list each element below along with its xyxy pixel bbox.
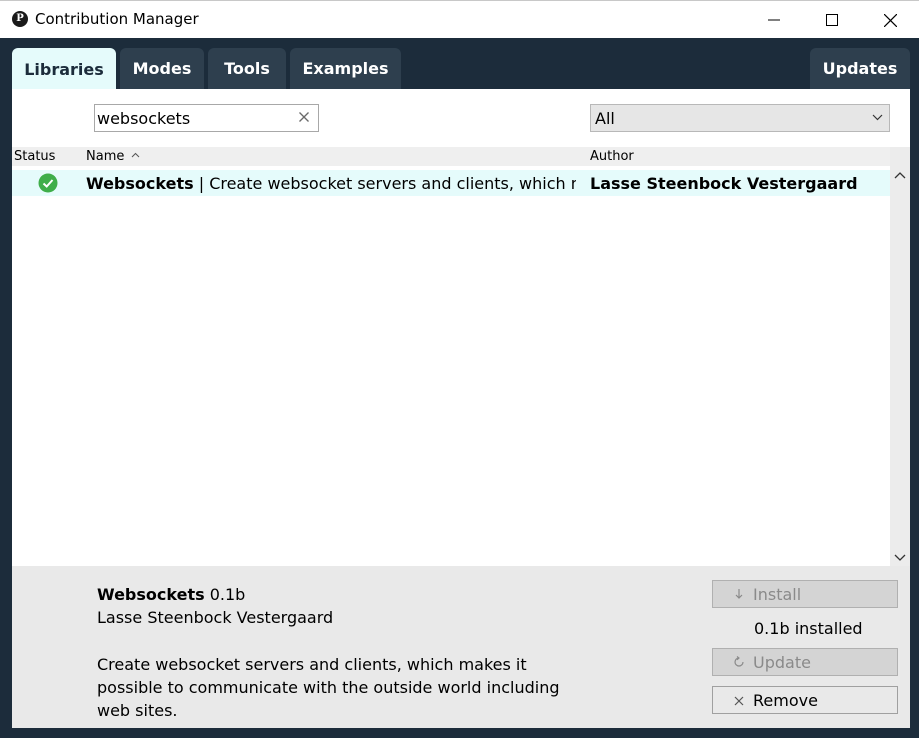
remove-button[interactable]: Remove	[712, 686, 898, 714]
tab-updates[interactable]: Updates	[810, 48, 910, 89]
tab-tools[interactable]: Tools	[208, 48, 286, 89]
scroll-up-icon[interactable]	[894, 171, 906, 179]
clear-search-icon[interactable]	[298, 111, 310, 123]
search-input[interactable]	[97, 107, 287, 129]
table-header: Status Name Author	[12, 147, 890, 166]
chevron-down-icon	[872, 114, 883, 121]
detail-library-name: Websockets	[97, 585, 205, 604]
download-arrow-icon	[733, 585, 745, 604]
scroll-down-icon[interactable]	[894, 554, 906, 562]
maximize-button[interactable]	[803, 1, 861, 39]
header-name[interactable]: Name	[86, 149, 124, 164]
tab-libraries[interactable]: Libraries	[12, 48, 116, 90]
category-dropdown[interactable]: All	[590, 104, 890, 132]
install-button[interactable]: Install	[712, 580, 898, 608]
update-button[interactable]: Update	[712, 648, 898, 676]
tab-modes[interactable]: Modes	[120, 48, 204, 89]
vertical-scrollbar[interactable]	[890, 147, 910, 566]
category-selected-value: All	[595, 109, 615, 128]
remove-label: Remove	[753, 690, 818, 710]
detail-version: 0.1b	[209, 585, 246, 604]
remove-x-icon	[733, 691, 745, 710]
title-bar: P Contribution Manager	[0, 0, 919, 38]
close-icon	[883, 13, 897, 27]
detail-description: Create websocket servers and clients, wh…	[97, 655, 560, 720]
search-field[interactable]	[94, 104, 319, 132]
update-label: Update	[753, 652, 811, 672]
row-separator: |	[193, 174, 210, 193]
details-panel: Websockets 0.1b Lasse Steenbock Vesterga…	[12, 566, 910, 728]
install-label: Install	[753, 584, 802, 604]
row-name-cell: Websockets | Create websocket servers an…	[86, 174, 576, 193]
row-author-cell: Lasse Steenbock Vestergaard	[590, 174, 858, 193]
processing-app-icon: P	[12, 11, 28, 27]
tab-examples[interactable]: Examples	[290, 48, 401, 89]
header-status[interactable]: Status	[14, 149, 55, 164]
minimize-button[interactable]	[745, 1, 803, 39]
installed-check-icon	[38, 173, 58, 193]
window-title: Contribution Manager	[35, 10, 199, 28]
refresh-icon	[733, 653, 745, 672]
table-row[interactable]: Websockets | Create websocket servers an…	[12, 170, 890, 196]
header-author[interactable]: Author	[590, 149, 634, 164]
close-button[interactable]	[861, 1, 919, 39]
detail-title: Websockets 0.1b	[97, 585, 245, 604]
sort-ascending-icon	[131, 152, 140, 158]
installed-version-text: 0.1b installed	[754, 619, 863, 638]
row-summary: Create websocket servers and clients, wh…	[209, 174, 576, 193]
minimize-icon	[768, 19, 780, 21]
row-library-name: Websockets	[86, 174, 194, 193]
libraries-panel: All Status Name Author Websockets | Crea…	[12, 89, 910, 566]
maximize-icon	[826, 14, 838, 26]
detail-author: Lasse Steenbock Vestergaard	[97, 608, 334, 627]
